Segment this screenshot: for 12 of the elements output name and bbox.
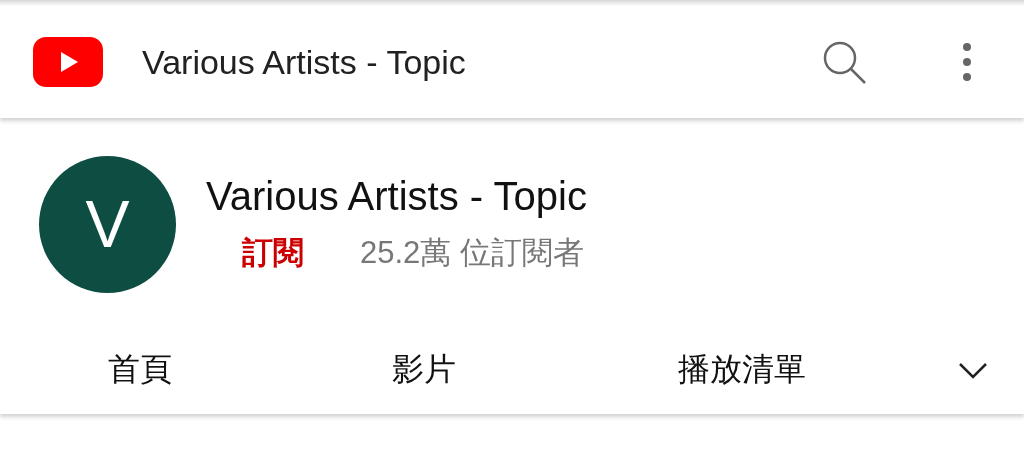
tab[interactable]: 首頁 [108,344,172,394]
subscriber-count: 25.2萬 位訂閱者 [360,234,584,273]
search-icon[interactable] [821,39,867,85]
subscribe-button[interactable]: 訂閱 [242,230,304,277]
more-options-icon[interactable] [962,42,972,82]
play-logo-icon[interactable] [33,37,103,87]
channel-name: Various Artists - Topic [206,173,587,221]
tab[interactable]: 影片 [392,344,456,394]
channel-avatar: V [39,156,176,293]
app-bar-title: Various Artists - Topic [142,41,466,83]
chevron-down-icon[interactable] [958,362,988,380]
tab[interactable]: 播放清單 [678,344,806,394]
